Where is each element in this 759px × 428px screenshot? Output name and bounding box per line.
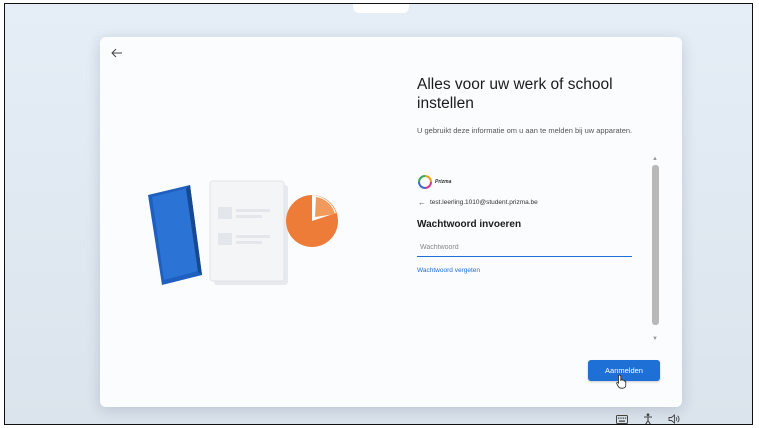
sign-in-button[interactable]: Aanmelden <box>588 360 660 381</box>
organization-logo: Prizma <box>418 172 451 192</box>
blue-notebook-icon <box>148 185 202 285</box>
system-tray <box>615 413 681 424</box>
password-input[interactable] <box>417 239 632 257</box>
work-school-illustration <box>140 167 360 297</box>
account-row: ← test.leerling.1010@student.prizma.be <box>418 198 538 207</box>
back-button[interactable] <box>106 43 128 63</box>
keyboard-icon[interactable] <box>615 413 629 424</box>
forgot-password-link[interactable]: Wachtwoord vergeten <box>417 267 480 274</box>
scroll-thumb[interactable] <box>652 165 659 325</box>
setup-card: Alles voor uw werk of school instellen U… <box>100 37 682 407</box>
document-stack-icon <box>209 180 288 285</box>
scroll-up-icon[interactable]: ▲ <box>650 155 660 163</box>
page-title: Alles voor uw werk of school instellen <box>417 76 613 112</box>
screen-notch <box>353 4 409 13</box>
logo-text: Prizma <box>435 179 452 185</box>
oobe-screen: Alles voor uw werk of school instellen U… <box>4 3 753 425</box>
pie-chart-icon <box>286 195 338 247</box>
account-email: test.leerling.1010@student.prizma.be <box>430 199 538 206</box>
accessibility-icon[interactable] <box>641 413 655 424</box>
volume-icon[interactable] <box>667 413 681 424</box>
arrow-left-icon[interactable]: ← <box>418 198 426 207</box>
scrollbar[interactable]: ▲ ▼ <box>650 155 660 343</box>
scroll-down-icon[interactable]: ▼ <box>650 335 660 343</box>
page-subtitle: U gebruikt deze informatie om u aan te m… <box>417 126 633 135</box>
prizma-logo-icon <box>418 175 432 189</box>
arrow-left-icon <box>111 48 122 58</box>
password-heading: Wachtwoord invoeren <box>417 219 522 230</box>
